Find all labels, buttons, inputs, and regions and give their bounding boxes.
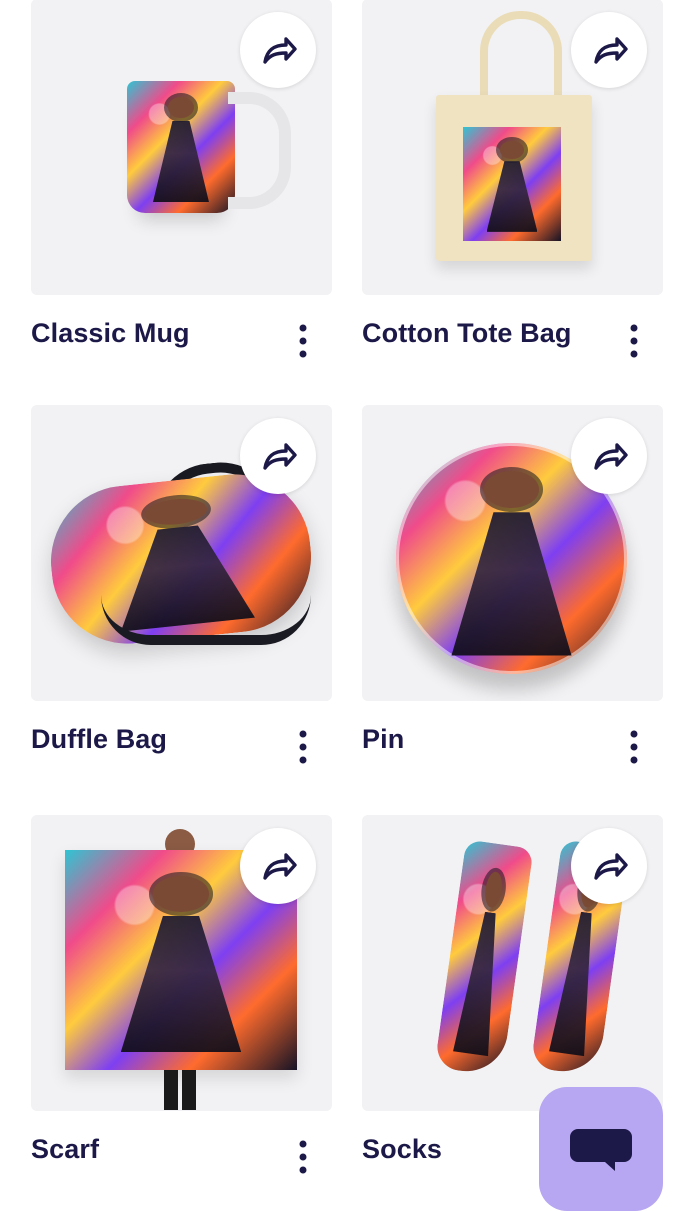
product-title[interactable]: Cotton Tote Bag bbox=[362, 318, 571, 349]
product-image-scarf[interactable] bbox=[31, 815, 332, 1111]
tote-art bbox=[463, 127, 561, 241]
share-icon bbox=[594, 37, 628, 64]
share-icon bbox=[263, 853, 297, 880]
product-title[interactable]: Classic Mug bbox=[31, 318, 190, 349]
model-legs bbox=[164, 1070, 196, 1110]
duffle-shoulder-strap bbox=[101, 595, 311, 645]
more-vertical-icon bbox=[630, 730, 638, 764]
product-image-cotton-tote-bag[interactable] bbox=[362, 0, 663, 295]
more-options-button[interactable] bbox=[290, 321, 316, 361]
share-icon bbox=[263, 37, 297, 64]
more-options-button[interactable] bbox=[290, 727, 316, 767]
more-vertical-icon bbox=[299, 1140, 307, 1174]
product-footer: Scarf bbox=[31, 1111, 332, 1201]
more-options-button[interactable] bbox=[621, 727, 647, 767]
product-card-pin[interactable]: Pin bbox=[362, 405, 663, 791]
share-button[interactable] bbox=[240, 828, 316, 904]
product-title[interactable]: Scarf bbox=[31, 1134, 99, 1165]
product-footer: Duffle Bag bbox=[31, 701, 332, 791]
product-card-duffle-bag[interactable]: Duffle Bag bbox=[31, 405, 332, 791]
chat-icon bbox=[570, 1129, 632, 1171]
share-button[interactable] bbox=[240, 418, 316, 494]
product-card-cotton-tote-bag[interactable]: Cotton Tote Bag bbox=[362, 0, 663, 385]
more-options-button[interactable] bbox=[290, 1137, 316, 1177]
product-title[interactable]: Socks bbox=[362, 1134, 442, 1165]
mug-image bbox=[127, 81, 235, 213]
product-image-duffle-bag[interactable] bbox=[31, 405, 332, 701]
product-card-classic-mug[interactable]: Classic Mug bbox=[31, 0, 332, 385]
product-footer: Pin bbox=[362, 701, 663, 791]
more-options-button[interactable] bbox=[621, 321, 647, 361]
more-vertical-icon bbox=[299, 324, 307, 358]
share-button[interactable] bbox=[571, 418, 647, 494]
product-image-socks[interactable] bbox=[362, 815, 663, 1111]
share-icon bbox=[594, 853, 628, 880]
product-title[interactable]: Duffle Bag bbox=[31, 724, 167, 755]
product-image-pin[interactable] bbox=[362, 405, 663, 701]
sock-image-left bbox=[434, 839, 534, 1077]
more-vertical-icon bbox=[299, 730, 307, 764]
product-footer: Classic Mug bbox=[31, 295, 332, 385]
share-icon bbox=[263, 443, 297, 470]
share-icon bbox=[594, 443, 628, 470]
chat-button[interactable] bbox=[539, 1087, 663, 1211]
product-card-scarf[interactable]: Scarf bbox=[31, 815, 332, 1201]
more-vertical-icon bbox=[630, 324, 638, 358]
share-button[interactable] bbox=[571, 12, 647, 88]
product-footer: Cotton Tote Bag bbox=[362, 295, 663, 385]
product-title[interactable]: Pin bbox=[362, 724, 404, 755]
share-button[interactable] bbox=[240, 12, 316, 88]
product-image-classic-mug[interactable] bbox=[31, 0, 332, 295]
mug-handle bbox=[228, 92, 291, 209]
share-button[interactable] bbox=[571, 828, 647, 904]
